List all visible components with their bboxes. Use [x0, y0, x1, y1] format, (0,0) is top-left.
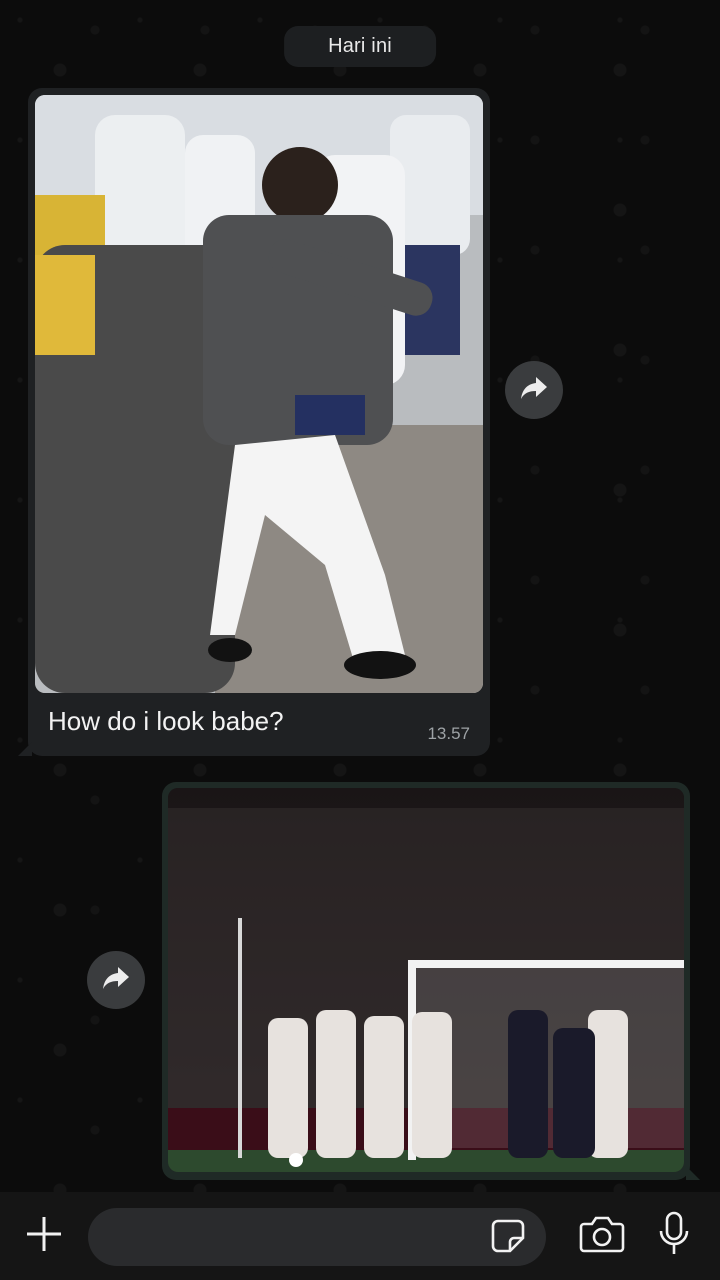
forward-button[interactable]: [505, 361, 563, 419]
camera-button[interactable]: [578, 1214, 626, 1258]
bubble-tail: [686, 1166, 700, 1180]
message-composer: [0, 1192, 720, 1280]
bubble-tail: [18, 742, 32, 756]
chat-screen: Hari ini How do i look babe? 13.57: [0, 0, 720, 1280]
photo-football-illustration: [168, 788, 684, 1172]
plus-icon: [25, 1215, 63, 1258]
message-photo[interactable]: [168, 788, 684, 1172]
message-photo[interactable]: [35, 95, 483, 693]
sticker-icon: [490, 1218, 526, 1259]
photo-parade-illustration: [35, 95, 483, 693]
camera-icon: [579, 1215, 625, 1258]
message-timestamp: 13.57: [427, 724, 470, 743]
message-caption: How do i look babe?: [48, 706, 284, 736]
message-input[interactable]: [88, 1208, 546, 1266]
date-separator: Hari ini: [284, 26, 436, 67]
forward-arrow-icon: [101, 965, 131, 996]
microphone-button[interactable]: [654, 1210, 694, 1262]
sticker-button[interactable]: [488, 1218, 528, 1258]
incoming-message-bubble[interactable]: How do i look babe? 13.57: [18, 88, 490, 756]
forward-arrow-icon: [519, 375, 549, 406]
outgoing-message-bubble[interactable]: [162, 782, 700, 1180]
microphone-icon: [658, 1211, 690, 1262]
attach-button[interactable]: [22, 1214, 66, 1258]
forward-button[interactable]: [87, 951, 145, 1009]
